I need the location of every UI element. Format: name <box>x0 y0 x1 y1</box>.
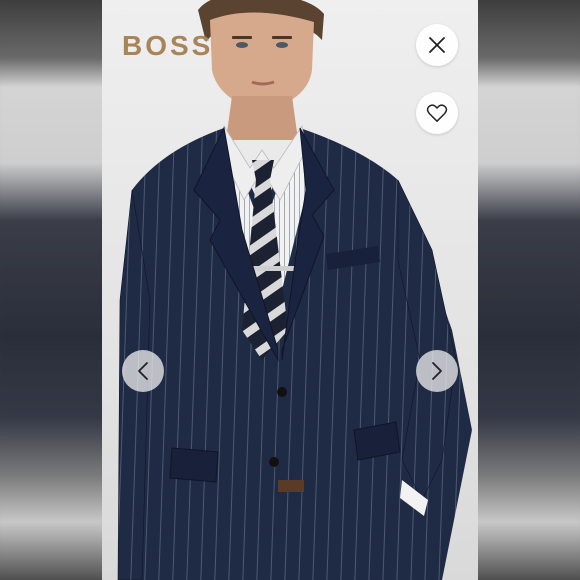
chevron-right-icon <box>432 362 442 380</box>
heart-icon <box>426 104 448 122</box>
backdrop-right-panel <box>478 0 580 580</box>
close-button[interactable] <box>416 24 458 66</box>
brand-logo: BOSS <box>122 30 214 61</box>
product-image-viewer: BOSS <box>102 0 478 580</box>
close-icon <box>429 37 445 53</box>
previous-image-button[interactable] <box>122 350 164 392</box>
chevron-left-icon <box>138 362 148 380</box>
favorite-button[interactable] <box>416 92 458 134</box>
backdrop-left-panel <box>0 0 102 580</box>
product-photo <box>117 0 472 580</box>
next-image-button[interactable] <box>416 350 458 392</box>
